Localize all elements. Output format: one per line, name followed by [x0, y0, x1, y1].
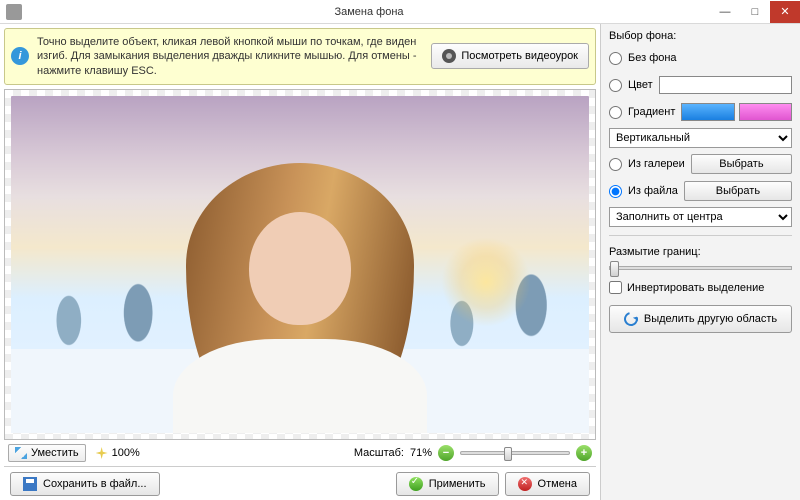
canvas-toolbar: Уместить 100% Масштаб: 71% − +: [4, 440, 596, 466]
reselect-button[interactable]: Выделить другую область: [609, 305, 792, 333]
video-button-label: Посмотреть видеоурок: [461, 50, 578, 62]
window-title: Замена фона: [28, 6, 710, 18]
scale-label: Масштаб:: [354, 447, 404, 459]
divider: [609, 235, 792, 236]
cancel-label: Отмена: [538, 478, 577, 490]
save-to-file-button[interactable]: Сохранить в файл...: [10, 472, 160, 496]
blur-title: Размытие границ:: [609, 246, 792, 258]
bg-section-title: Выбор фона:: [609, 30, 792, 42]
label-from-gallery: Из галереи: [628, 158, 685, 170]
choose-file-button[interactable]: Выбрать: [684, 181, 792, 201]
color-swatch[interactable]: [659, 76, 792, 94]
apply-label: Применить: [429, 478, 486, 490]
apply-button[interactable]: Применить: [396, 472, 499, 496]
wand-icon: [96, 447, 108, 459]
minimize-button[interactable]: —: [710, 1, 740, 23]
fit-button[interactable]: Уместить: [8, 444, 86, 462]
video-tutorial-button[interactable]: Посмотреть видеоурок: [431, 43, 589, 69]
fill-mode-select[interactable]: Заполнить от центра: [609, 207, 792, 227]
fit-label: Уместить: [31, 447, 79, 459]
radio-from-file[interactable]: [609, 185, 622, 198]
label-no-bg: Без фона: [628, 52, 677, 64]
radio-no-bg[interactable]: [609, 52, 622, 65]
radio-from-gallery[interactable]: [609, 158, 622, 171]
hint-bar: i Точно выделите объект, кликая левой кн…: [4, 28, 596, 85]
radio-gradient[interactable]: [609, 106, 622, 119]
footer-bar: Сохранить в файл... Применить Отмена: [4, 466, 596, 500]
cancel-button[interactable]: Отмена: [505, 472, 590, 496]
canvas[interactable]: [4, 89, 596, 440]
label-color: Цвет: [628, 79, 653, 91]
gradient-color-2[interactable]: [739, 103, 792, 121]
redo-icon: [621, 309, 640, 328]
invert-label: Инвертировать выделение: [627, 282, 764, 294]
zoom-in-button[interactable]: +: [576, 445, 592, 461]
scale-value: 71%: [410, 447, 432, 459]
cross-icon: [518, 477, 532, 491]
check-icon: [409, 477, 423, 491]
gradient-direction-select[interactable]: Вертикальный: [609, 128, 792, 148]
reselect-label: Выделить другую область: [644, 313, 777, 325]
info-icon: i: [11, 47, 29, 65]
gradient-color-1[interactable]: [681, 103, 734, 121]
zoom-slider[interactable]: [460, 451, 570, 455]
zoom-out-button[interactable]: −: [438, 445, 454, 461]
side-panel: Выбор фона: Без фона Цвет Градиент Верти…: [600, 24, 800, 500]
choose-gallery-button[interactable]: Выбрать: [691, 154, 792, 174]
blur-slider[interactable]: [609, 266, 792, 270]
radio-color[interactable]: [609, 79, 622, 92]
fit-icon: [15, 447, 27, 459]
titlebar: Замена фона — □ ✕: [0, 0, 800, 24]
close-button[interactable]: ✕: [770, 1, 800, 23]
save-icon: [23, 477, 37, 491]
photo-preview: [11, 96, 589, 433]
label-from-file: Из файла: [628, 185, 678, 197]
hint-text: Точно выделите объект, кликая левой кноп…: [37, 35, 423, 78]
save-label: Сохранить в файл...: [43, 478, 147, 490]
app-icon: [6, 4, 22, 20]
invert-checkbox[interactable]: [609, 281, 622, 294]
zoom-indicator: 100%: [96, 447, 140, 459]
maximize-button[interactable]: □: [740, 1, 770, 23]
camera-icon: [442, 49, 456, 63]
zoom-value: 100%: [112, 447, 140, 459]
label-gradient: Градиент: [628, 106, 675, 118]
